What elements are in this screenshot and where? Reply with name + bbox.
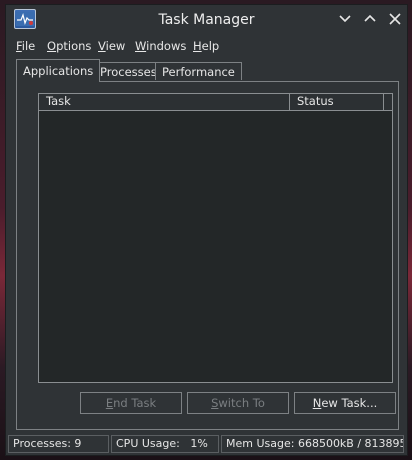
new-task-button[interactable]: New Task... (294, 392, 396, 414)
menu-bar: File Options View Windows Help (6, 37, 407, 55)
status-mem-usage: Mem Usage: 668500kB / 8138956 (221, 435, 404, 453)
menu-options-mnemonic: O (47, 39, 57, 53)
menu-file[interactable]: File (16, 39, 35, 53)
end-task-button[interactable]: End Task (80, 392, 182, 414)
title-bar[interactable]: Task Manager (6, 5, 407, 35)
menu-help-label: elp (201, 39, 220, 53)
switch-to-label: witch To (218, 396, 265, 410)
tab-performance[interactable]: Performance (155, 62, 242, 80)
end-task-label: nd Task (113, 396, 157, 410)
close-icon (389, 13, 401, 25)
status-processes: Processes: 9 (8, 435, 109, 453)
close-button[interactable] (386, 11, 404, 27)
switch-to-button[interactable]: Switch To (187, 392, 289, 414)
chevron-up-icon (364, 14, 376, 22)
status-cpu-usage: CPU Usage: 1% (111, 435, 219, 453)
tab-strip: Applications Processes Performance (16, 59, 397, 83)
status-bar: Processes: 9 CPU Usage: 1% Mem Usage: 66… (6, 433, 407, 455)
task-list-header: Task Status (39, 94, 392, 111)
menu-view[interactable]: View (98, 39, 125, 53)
minimize-button[interactable] (336, 11, 354, 27)
menu-options[interactable]: Options (47, 39, 91, 53)
menu-help-mnemonic: H (193, 39, 202, 53)
menu-file-label: ile (21, 39, 36, 53)
maximize-button[interactable] (361, 11, 379, 27)
end-task-mnemonic: E (105, 396, 114, 410)
chevron-down-icon (339, 15, 351, 23)
tab-applications[interactable]: Applications (16, 59, 101, 82)
column-header-task[interactable]: Task (39, 94, 290, 110)
menu-view-mnemonic: V (98, 39, 106, 53)
menu-options-label: ptions (56, 39, 92, 53)
column-header-filler (384, 94, 393, 110)
task-manager-window: Task Manager File Options View Windows H… (5, 4, 408, 456)
menu-windows-label: indows (146, 39, 187, 53)
menu-windows-mnemonic: W (135, 39, 147, 53)
new-task-label: ew Task... (321, 396, 378, 410)
menu-view-label: iew (105, 39, 126, 53)
applications-panel: Task Status End Task Switch To New Task.… (16, 81, 399, 430)
tab-processes[interactable]: Processes (93, 62, 164, 80)
menu-windows[interactable]: Windows (135, 39, 186, 53)
column-header-status[interactable]: Status (290, 94, 384, 110)
task-list[interactable]: Task Status (38, 93, 393, 383)
menu-help[interactable]: Help (193, 39, 219, 53)
